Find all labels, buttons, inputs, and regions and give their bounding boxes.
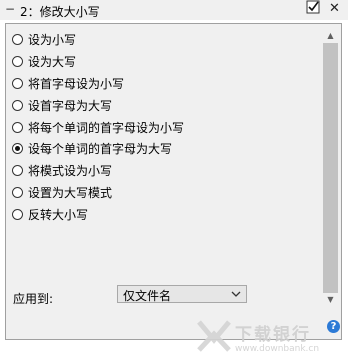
option-first-letter-lowercase[interactable]: 将首字母设为小写 (12, 73, 184, 95)
option-label: 设为大写 (28, 55, 77, 70)
radio-button[interactable] (12, 99, 23, 111)
options-panel: 设为小写 设为大写 将首字母设为小写 设首字母为大写 将每个单词的首字母设为小写… (5, 23, 342, 340)
watermark: 下载银行 www.downbank.cn (195, 318, 330, 358)
option-label: 将模式设为小写 (28, 164, 113, 179)
scroll-down-icon[interactable]: ▼ (322, 293, 339, 307)
option-uppercase[interactable]: 设为大写 (12, 51, 184, 73)
help-icon[interactable]: ? (327, 320, 340, 333)
title-bar: − 2：修改大小写 ✕ (0, 0, 348, 20)
radio-button[interactable] (12, 121, 23, 133)
option-lowercase[interactable]: 设为小写 (12, 29, 184, 51)
scroll-thumb[interactable] (323, 43, 338, 293)
radio-button[interactable] (12, 56, 23, 68)
vertical-scrollbar[interactable]: ▲ ▼ (322, 29, 339, 307)
radio-button[interactable] (12, 165, 23, 177)
apply-to-select[interactable]: 仅文件名 (117, 285, 247, 303)
radio-button[interactable] (12, 77, 23, 89)
chevron-down-icon (231, 291, 241, 297)
window-title: 2：修改大小写 (20, 5, 100, 19)
apply-to-label: 应用到: (13, 292, 54, 306)
apply-to-value: 仅文件名 (123, 289, 172, 303)
watermark-url: www.downbank.cn (235, 344, 320, 354)
scroll-up-icon[interactable]: ▲ (322, 29, 339, 43)
radio-button[interactable] (12, 208, 23, 220)
option-invert-case[interactable]: 反转大小写 (12, 203, 184, 225)
option-label: 将首字母设为小写 (28, 76, 125, 91)
option-first-letter-uppercase[interactable]: 设首字母为大写 (12, 94, 184, 116)
checkbox-checked-icon[interactable] (306, 0, 320, 14)
collapse-icon[interactable]: − (5, 2, 15, 16)
case-options-group: 设为小写 设为大写 将首字母设为小写 设首字母为大写 将每个单词的首字母设为小写… (12, 29, 184, 225)
watermark-logo-icon (197, 320, 231, 352)
option-pattern-uppercase[interactable]: 设置为大写模式 (12, 182, 184, 204)
radio-button[interactable] (12, 34, 23, 46)
radio-button-selected[interactable] (12, 143, 23, 155)
option-word-initial-uppercase[interactable]: 设每个单词的首字母为大写 (12, 138, 184, 160)
option-label: 设为小写 (28, 33, 77, 48)
option-label: 将每个单词的首字母设为小写 (28, 120, 185, 135)
option-word-initial-lowercase[interactable]: 将每个单词的首字母设为小写 (12, 116, 184, 138)
option-label: 设首字母为大写 (28, 98, 113, 113)
close-icon[interactable]: ✕ (329, 1, 340, 16)
option-pattern-lowercase[interactable]: 将模式设为小写 (12, 160, 184, 182)
option-label: 反转大小写 (28, 207, 89, 222)
watermark-text: 下载银行 (235, 325, 311, 345)
option-label: 设每个单词的首字母为大写 (28, 142, 173, 157)
radio-button[interactable] (12, 186, 23, 198)
option-label: 设置为大写模式 (28, 185, 113, 200)
